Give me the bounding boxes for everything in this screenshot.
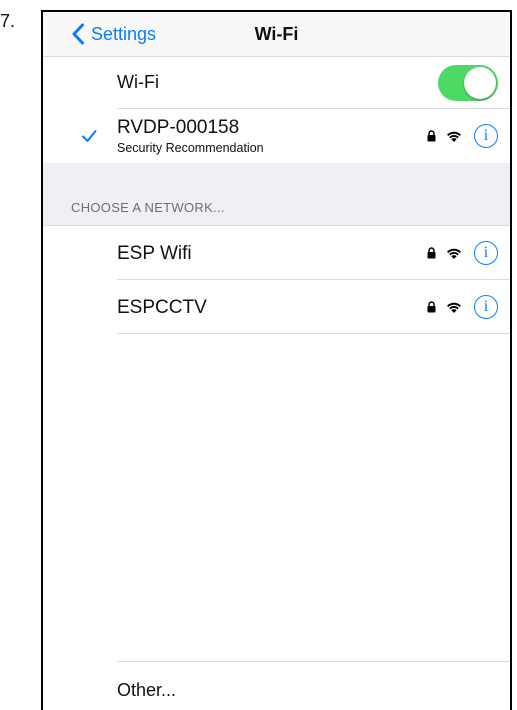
network-icons: i	[427, 240, 498, 266]
navigation-bar: Settings Wi-Fi	[43, 12, 510, 57]
page-title: Wi-Fi	[254, 24, 299, 44]
network-icons: i	[427, 294, 498, 320]
connected-network-subtitle: Security Recommendation	[117, 141, 264, 155]
network-name: ESP Wifi	[117, 243, 192, 264]
info-icon[interactable]: i	[474, 241, 498, 265]
lock-icon	[427, 130, 436, 142]
connected-network-icons: i	[427, 123, 498, 149]
connected-network-name: RVDP-000158	[117, 117, 240, 138]
phone-screen: Settings Wi-Fi Wi-Fi RVDP-000158 Securit…	[41, 10, 512, 710]
wifi-icon	[447, 248, 461, 259]
wifi-toggle-row: Wi-Fi	[43, 57, 510, 109]
checkmark-icon	[82, 130, 97, 142]
wifi-icon	[447, 131, 461, 142]
divider	[117, 333, 510, 334]
network-row[interactable]: ESPCCTV i	[43, 280, 510, 334]
step-number: 7.	[0, 11, 16, 31]
info-icon[interactable]: i	[474, 124, 498, 148]
wifi-toggle-label: Wi-Fi	[117, 72, 159, 92]
other-network-button[interactable]: Other...	[117, 680, 176, 701]
network-name: ESPCCTV	[117, 297, 207, 318]
section-header-label: CHOOSE A NETWORK...	[71, 200, 225, 215]
info-icon[interactable]: i	[474, 295, 498, 319]
network-row[interactable]: ESP Wifi i	[43, 226, 510, 280]
divider	[117, 661, 510, 662]
wifi-toggle-switch[interactable]	[438, 65, 498, 101]
toggle-knob	[464, 67, 496, 99]
lock-icon	[427, 301, 436, 313]
wifi-icon	[447, 302, 461, 313]
network-section-header: CHOOSE A NETWORK...	[43, 163, 510, 226]
lock-icon	[427, 247, 436, 259]
connected-network-row[interactable]: RVDP-000158 Security Recommendation i	[43, 109, 510, 163]
